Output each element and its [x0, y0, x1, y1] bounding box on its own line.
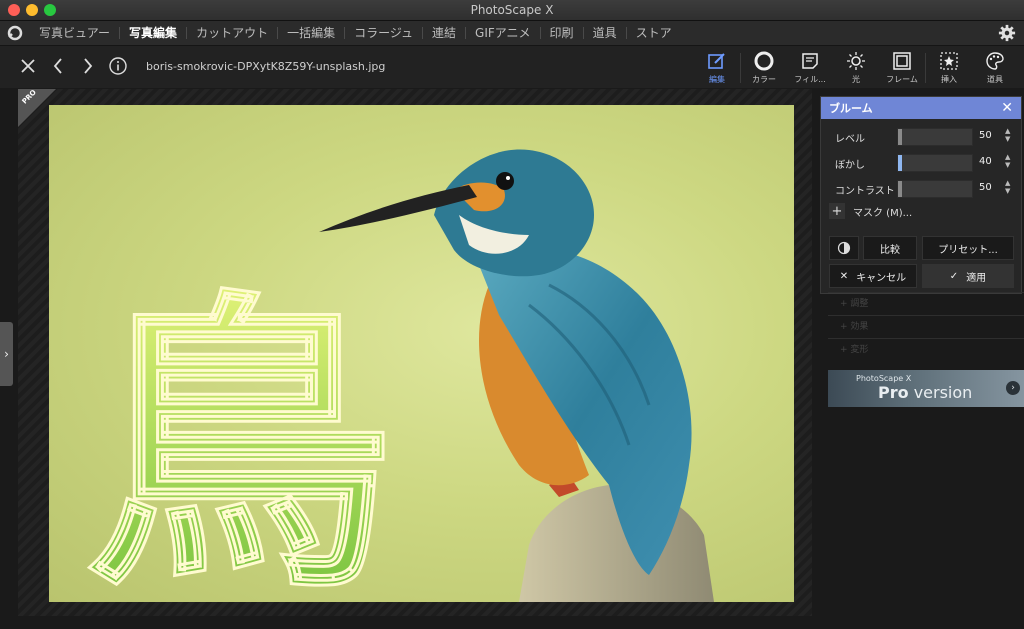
bloom-panel-header: ブルーム ✕ — [821, 97, 1021, 119]
section-effects[interactable]: + 効果 — [828, 315, 1024, 338]
chevron-right-icon: › — [1006, 381, 1020, 395]
close-icon[interactable] — [18, 56, 38, 76]
file-name: boris-smokrovic-DPXytK8Z59Y-unsplash.jpg — [146, 59, 386, 73]
frame-icon — [891, 50, 913, 72]
pro-version-banner[interactable]: PhotoScape X Pro version › — [828, 370, 1024, 407]
checkmark-icon: ✓ — [949, 270, 959, 282]
mode-menu-bar: 写真ビュアー 写真編集 カットアウト 一括編集 コラージュ 連結 GIFアニメ … — [0, 21, 1024, 46]
light-icon — [845, 50, 867, 72]
level-slider-track[interactable] — [897, 128, 973, 146]
section-adjust[interactable]: + 調整 — [828, 292, 1024, 315]
next-arrow-icon[interactable] — [78, 56, 98, 76]
tool-edit[interactable]: 編集 — [694, 50, 740, 85]
level-stepper-icon[interactable]: ▲ ▼ — [1005, 127, 1010, 143]
mask-button[interactable]: + マスク (M)... — [829, 203, 912, 219]
level-slider-thumb[interactable] — [898, 129, 902, 145]
photo-canvas[interactable]: 鳥 — [49, 105, 794, 602]
previous-arrow-icon[interactable] — [48, 56, 68, 76]
cancel-button[interactable]: ✕ キャンセル — [829, 264, 917, 288]
section-transform[interactable]: + 変形 — [828, 338, 1024, 361]
tool-tools[interactable]: 道具 — [972, 50, 1018, 85]
tool-frame[interactable]: フレーム — [879, 50, 925, 85]
slider-level[interactable]: レベル 50 ▲ ▼ — [821, 123, 1021, 149]
cancel-x-icon: ✕ — [839, 270, 849, 282]
menu-cutout[interactable]: カットアウト — [187, 27, 279, 39]
contrast-stepper-icon[interactable]: ▲ ▼ — [1005, 179, 1010, 195]
palette-icon — [984, 50, 1006, 72]
chevron-right-icon: › — [4, 347, 9, 361]
tool-insert[interactable]: 挿入 — [926, 50, 972, 85]
tool-color[interactable]: カラー — [741, 50, 787, 85]
bloom-panel-title: ブルーム — [829, 102, 873, 115]
menu-print[interactable]: 印刷 — [541, 27, 584, 39]
compare-button[interactable]: 比較 — [863, 236, 917, 260]
split-view-button[interactable] — [829, 236, 859, 260]
kingfisher-photo: 鳥 — [83, 149, 714, 602]
editor-toolbar: boris-smokrovic-DPXytK8Z59Y-unsplash.jpg… — [0, 46, 1024, 88]
color-icon — [753, 50, 775, 72]
blur-stepper-icon[interactable]: ▲ ▼ — [1005, 153, 1010, 169]
contrast-slider-track[interactable] — [897, 180, 973, 198]
menu-tools[interactable]: 道具 — [584, 27, 627, 39]
bird-head — [434, 149, 594, 277]
menu-photo-editor[interactable]: 写真編集 — [120, 27, 188, 39]
contrast-slider-thumb[interactable] — [898, 181, 902, 197]
overlay-kanji-text: 鳥 — [84, 268, 394, 602]
insert-icon — [938, 50, 960, 72]
menu-gif-animation[interactable]: GIFアニメ — [466, 27, 541, 39]
menu-collage[interactable]: コラージュ — [345, 27, 424, 39]
tool-film[interactable]: フィル... — [787, 50, 833, 85]
blur-slider-track[interactable] — [897, 154, 973, 172]
preset-button[interactable]: プリセット... — [922, 236, 1014, 260]
side-panel-toggle[interactable]: › — [0, 322, 13, 386]
info-icon[interactable] — [108, 56, 128, 76]
bird-eye — [496, 172, 514, 190]
close-icon[interactable]: ✕ — [1001, 101, 1013, 115]
bloom-panel: ブルーム ✕ レベル 50 ▲ ▼ ぼかし 40 ▲ ▼ コントラスト 50 ▲ ▼ … — [820, 96, 1022, 294]
tool-light[interactable]: 光 — [833, 50, 879, 85]
blur-slider-thumb[interactable] — [898, 155, 902, 171]
apply-button[interactable]: ✓ 適用 — [922, 264, 1014, 288]
app-logo-icon[interactable] — [6, 24, 24, 42]
film-icon — [799, 50, 821, 72]
split-compare-icon — [837, 241, 851, 255]
menu-store[interactable]: ストア — [627, 27, 681, 39]
window-title: PhotoScape X — [470, 3, 554, 17]
settings-gear-icon[interactable] — [998, 24, 1016, 42]
menu-combine[interactable]: 連結 — [423, 27, 467, 39]
slider-blur[interactable]: ぼかし 40 ▲ ▼ — [821, 149, 1021, 175]
menu-batch-editor[interactable]: 一括編集 — [278, 27, 346, 39]
edit-icon — [706, 50, 728, 72]
plus-icon: + — [829, 203, 845, 219]
menu-photo-viewer[interactable]: 写真ビュアー — [30, 27, 121, 39]
slider-contrast[interactable]: コントラスト 50 ▲ ▼ — [821, 175, 1021, 201]
title-bar: PhotoScape X — [0, 0, 1024, 21]
